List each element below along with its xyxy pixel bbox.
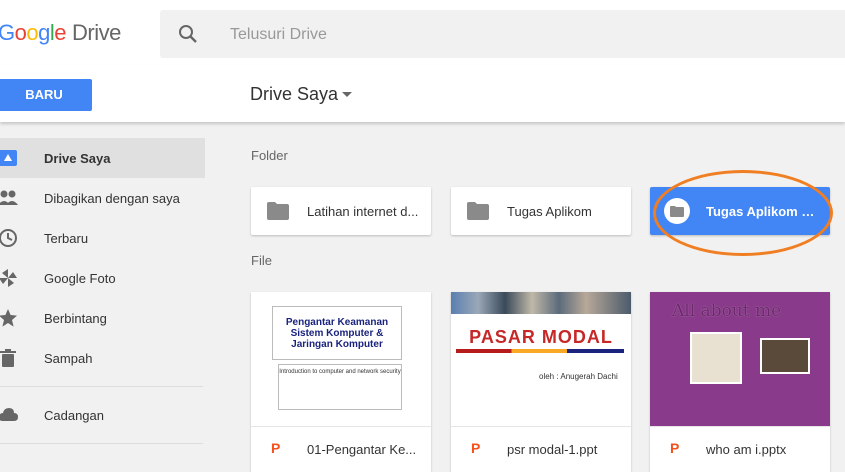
search-bar [160,10,845,58]
file-thumbnail: All about me [650,292,830,427]
thumb-title: PASAR MODAL [469,327,613,347]
thumb-banner [451,292,631,314]
breadcrumb[interactable]: Drive Saya [250,84,338,105]
logo-drive: Drive [72,20,121,45]
sidebar-item-label: Google Foto [44,271,116,286]
folder-icon [467,202,489,220]
google-drive-logo[interactable]: Google Drive [0,20,121,46]
sidebar-item-label: Dibagikan dengan saya [44,191,180,206]
folder-name: Tugas Aplikom [507,204,592,219]
sidebar: Drive Saya Dibagikan dengan saya Terbaru… [0,138,205,452]
file-card[interactable]: Pengantar Keamanan Sistem Komputer & Jar… [251,292,431,472]
file-card[interactable]: All about me P who am i.pptx [650,292,830,472]
folder-item[interactable]: Latihan internet d... [251,187,431,235]
cloud-icon [0,408,18,421]
search-icon[interactable] [176,22,200,46]
thumb-title: Pengantar Keamanan Sistem Komputer & Jar… [272,306,402,360]
toolbar: BARU Drive Saya [0,66,845,122]
drive-icon [0,150,17,166]
sidebar-divider [0,386,203,387]
thumb-title: All about me [672,301,782,321]
search-input[interactable] [230,24,730,46]
thumb-subtitle: oleh : Anugerah Dachi [539,372,618,381]
chevron-down-icon[interactable] [342,92,352,97]
photo-thumbnail [760,338,810,374]
clock-icon [0,229,17,247]
sidebar-item-trash[interactable]: Sampah [0,338,205,378]
folder-icon [267,202,289,220]
sidebar-item-recent[interactable]: Terbaru [0,218,205,258]
sidebar-item-backup[interactable]: Cadangan [0,395,205,435]
ppt-file-icon: P [271,440,281,456]
file-section-label: File [251,253,272,268]
ppt-file-icon: P [670,440,680,456]
file-card[interactable]: PASAR MODAL oleh : Anugerah Dachi P psr … [451,292,631,472]
top-bar: Google Drive [0,0,845,66]
sidebar-item-label: Drive Saya [44,151,111,166]
sidebar-item-shared[interactable]: Dibagikan dengan saya [0,178,205,218]
new-button[interactable]: BARU [0,79,92,111]
sidebar-item-label: Berbintang [44,311,107,326]
sidebar-item-photos[interactable]: Google Foto [0,258,205,298]
file-thumbnail: Pengantar Keamanan Sistem Komputer & Jar… [251,292,431,427]
sidebar-item-drive-saya[interactable]: Drive Saya [0,138,205,178]
sidebar-divider [0,443,203,444]
star-icon [0,309,17,327]
people-icon [0,190,18,205]
pinwheel-icon [0,269,17,287]
folder-section-label: Folder [251,148,288,163]
file-name: 01-Pengantar Ke... [307,442,417,457]
sidebar-item-label: Cadangan [44,408,104,423]
photo-thumbnail [690,332,742,384]
folder-item[interactable]: Tugas Aplikom [451,187,631,235]
trash-icon [0,349,16,367]
highlight-circle [653,170,833,256]
sidebar-item-label: Terbaru [44,231,89,246]
sidebar-item-label: Sampah [44,351,93,366]
file-name: psr modal-1.ppt [507,442,598,457]
file-thumbnail: PASAR MODAL oleh : Anugerah Dachi [451,292,631,427]
thumb-subtitle: Introduction to computer and network sec… [278,364,402,410]
thumb-stripe [456,349,624,353]
folder-name: Latihan internet d... [307,204,419,219]
sidebar-item-starred[interactable]: Berbintang [0,298,205,338]
ppt-file-icon: P [471,440,481,456]
file-name: who am i.pptx [706,442,787,457]
logo-google: Google [0,20,67,45]
